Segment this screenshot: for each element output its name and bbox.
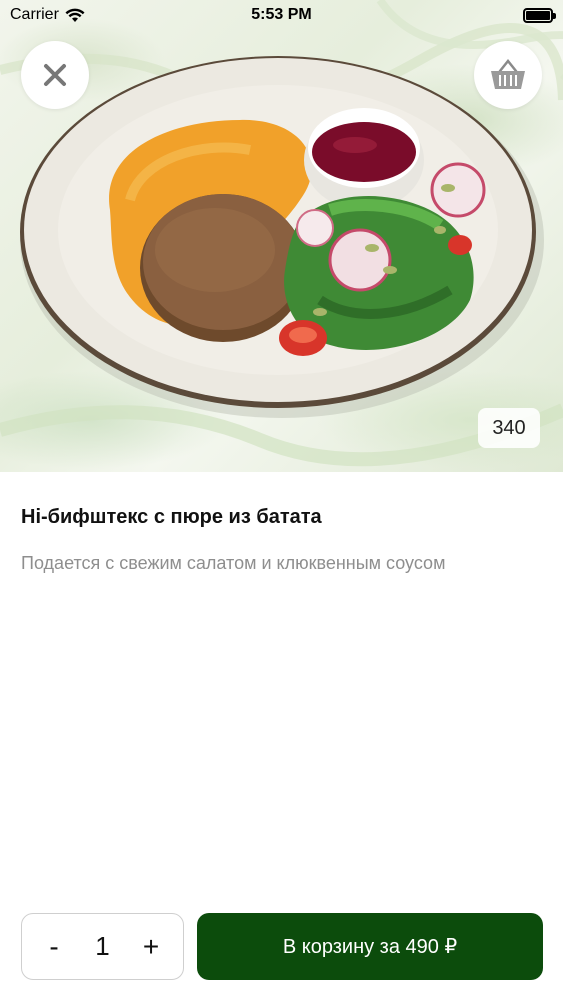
status-bar: Carrier 5:53 PM xyxy=(0,0,563,30)
carrier-label: Carrier xyxy=(10,6,59,23)
wifi-icon xyxy=(65,8,85,22)
product-title: Hi-бифштекс с пюре из батата xyxy=(21,506,322,528)
add-to-cart-button[interactable]: В корзину за 490 ₽ xyxy=(197,913,543,980)
close-button[interactable] xyxy=(21,41,89,109)
close-icon xyxy=(44,64,66,86)
weight-badge: 340 xyxy=(478,408,540,448)
basket-button[interactable] xyxy=(474,41,542,109)
quantity-value: 1 xyxy=(95,931,110,961)
product-photo-area: Carrier 5:53 PM 340 xyxy=(0,0,563,472)
product-description: Подается с свежим салатом и клюквенным с… xyxy=(21,553,446,573)
quantity-stepper: - 1 + xyxy=(21,913,184,980)
basket-icon xyxy=(491,58,525,89)
increment-button[interactable]: + xyxy=(139,932,163,961)
decrement-button[interactable]: - xyxy=(42,932,66,961)
battery-icon xyxy=(523,7,556,23)
